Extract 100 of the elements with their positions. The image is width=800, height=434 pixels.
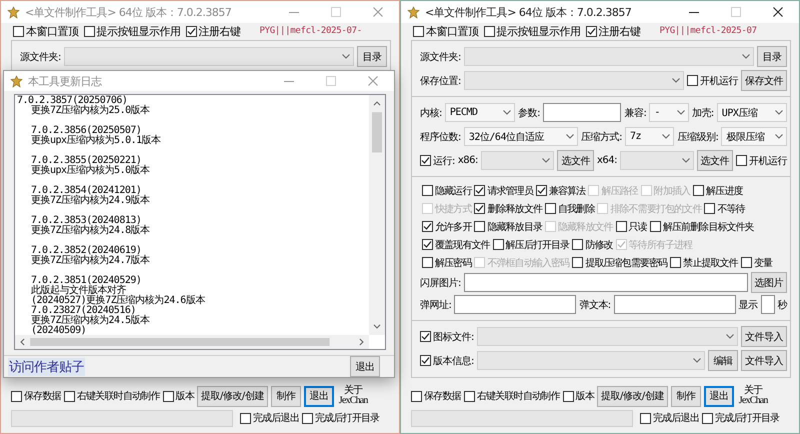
checkbox[interactable]: 保存数据 (11, 389, 61, 403)
checkbox[interactable]: 注册右键 (586, 24, 640, 38)
vertical-scrollbar[interactable] (369, 95, 385, 335)
checkbox[interactable]: 完成后打开目录 (702, 411, 780, 425)
checkbox[interactable]: 提示按钮显示作用 (484, 24, 580, 38)
checkbox[interactable]: 完成后打开目录 (302, 411, 380, 425)
checkbox[interactable]: 兼容算法 (536, 184, 586, 198)
version-line: 7.0.2.3851(20240529) (30, 276, 142, 286)
action-button[interactable]: 文件导入 (741, 350, 787, 371)
input-field[interactable] (542, 103, 622, 122)
caret-icon (676, 110, 685, 115)
dropdown[interactable]: 极限压缩 (721, 127, 787, 146)
checkbox[interactable]: 覆盖现有文件 (422, 238, 490, 252)
dropdown[interactable] (464, 47, 754, 66)
dropdown[interactable]: UPX压缩 (716, 103, 787, 122)
input-field[interactable] (614, 295, 736, 314)
field-label: 源文件夹: (20, 50, 61, 64)
dropdown[interactable]: 32位/64位自适应 (464, 127, 578, 146)
extract-button[interactable]: 提取/修改/创建 (597, 386, 668, 406)
checkbox[interactable]: 版本信息: (420, 354, 474, 368)
checkbox[interactable]: 完成后退出 (640, 411, 700, 425)
signature-text: PYG|||mefcl-2025-07- (260, 26, 362, 36)
field-label: x86: (458, 155, 478, 166)
checkbox[interactable]: 隐藏运行 (422, 184, 472, 198)
dropdown[interactable]: - (649, 103, 689, 122)
dropdown[interactable] (64, 47, 354, 66)
checkbox[interactable]: 注册右键 (186, 24, 240, 38)
input-field[interactable] (760, 295, 774, 314)
dropdown[interactable]: PECMD (444, 103, 516, 122)
exit-button[interactable]: 退出 (350, 356, 380, 377)
checkbox[interactable]: 提取压缩包需要密码 (572, 256, 668, 270)
checkbox[interactable]: 删除释放文件 (474, 202, 542, 216)
checkbox[interactable]: 隐藏释放目录 (474, 220, 542, 234)
checkbox[interactable]: 允许多开 (422, 220, 472, 234)
dropdown[interactable] (464, 71, 684, 90)
checkbox[interactable]: 只读 (616, 220, 647, 234)
maximize-icon[interactable] (731, 7, 741, 17)
input-field[interactable] (464, 273, 748, 292)
checkbox[interactable]: 开机运行 (736, 154, 787, 168)
checkbox[interactable]: 图标文件: (420, 330, 474, 344)
maximize-icon[interactable] (331, 7, 341, 17)
checkbox[interactable]: 自我删除 (545, 202, 594, 216)
tick-icon (475, 186, 484, 195)
action-button[interactable]: 选文件 (696, 150, 733, 171)
make-button[interactable]: 制作 (670, 386, 701, 406)
checkbox[interactable]: 右键关联时自动制作 (64, 389, 160, 403)
checkbox[interactable]: 防修改 (572, 238, 613, 252)
field-label: 保存位置: (420, 74, 461, 88)
checkbox[interactable]: 保存数据 (411, 389, 461, 403)
action-button[interactable]: 目录 (357, 46, 387, 67)
checkbox[interactable]: 解压后打开目录 (492, 238, 570, 252)
horizontal-scrollbar[interactable] (15, 335, 369, 349)
signature-text: PYG|||mefcl-2025-07 (660, 26, 757, 36)
checkbox[interactable]: 变量 (740, 256, 772, 270)
close-icon[interactable] (773, 7, 783, 17)
checkbox[interactable]: 本窗口置顶 (13, 24, 78, 38)
tick-icon (586, 26, 596, 36)
field-label: 闪屏图片: (420, 276, 461, 290)
action-button[interactable]: 保存文件 (741, 70, 787, 91)
log-line: 更换upx压缩内核为5.0.1版本 (30, 136, 161, 146)
checkbox[interactable]: 版本 (162, 389, 194, 403)
caret-icon (672, 78, 680, 83)
checkbox[interactable]: 开机运行 (687, 74, 738, 88)
caret-icon (742, 54, 750, 59)
field-label: 弹文本: (579, 298, 611, 312)
checkbox[interactable]: 版本 (562, 389, 594, 403)
dropdown[interactable] (480, 151, 554, 170)
input-field[interactable] (454, 295, 576, 314)
dropdown[interactable] (476, 351, 705, 370)
exit-button[interactable]: 退出 (704, 386, 734, 406)
checkbox[interactable]: 禁止提取文件 (670, 256, 738, 270)
checkbox[interactable]: 解压前删除目标文件夹 (650, 220, 754, 234)
window-title: <单文件制作工具> 64位 版本：7.0.2.3857 (425, 4, 632, 20)
dropdown[interactable] (476, 327, 738, 346)
make-button[interactable]: 制作 (270, 386, 301, 406)
checkbox[interactable]: 提示按钮显示作用 (84, 24, 180, 38)
action-button[interactable]: 编辑 (708, 350, 738, 371)
app-icon (407, 6, 420, 18)
checkbox[interactable]: 请求管理员 (474, 184, 533, 198)
author-name: JexChan (338, 396, 368, 406)
action-button[interactable]: 选文件 (557, 150, 594, 171)
checkbox[interactable]: 右键关联时自动制作 (464, 389, 560, 403)
checkbox[interactable]: 完成后退出 (240, 411, 300, 425)
author-post-link[interactable]: 访问作者贴子 (8, 358, 85, 376)
extract-button[interactable]: 提取/修改/创建 (197, 386, 268, 406)
checkbox[interactable]: 解压进度 (693, 184, 743, 198)
checkbox[interactable]: 不等待 (704, 202, 745, 216)
maximize-icon[interactable] (326, 76, 336, 86)
dropdown[interactable] (620, 151, 694, 170)
action-button[interactable]: 文件导入 (741, 326, 787, 347)
checkbox[interactable]: 解压密码 (422, 256, 472, 270)
action-button[interactable]: 选图片 (750, 272, 787, 293)
log-line: 更换7Z压缩内核为24.9版本 (30, 196, 150, 206)
action-button[interactable]: 目录 (757, 46, 787, 67)
checkbox[interactable]: 本窗口置顶 (413, 24, 478, 38)
version-line: 7.0.2.3854(20241201) (30, 186, 142, 196)
exit-button[interactable]: 退出 (304, 386, 334, 406)
dropdown[interactable]: 7z (624, 127, 674, 146)
checkbox[interactable]: 运行: (420, 154, 455, 168)
window-title: <单文件制作工具> 64位 版本：7.0.2.3857 (25, 4, 232, 20)
